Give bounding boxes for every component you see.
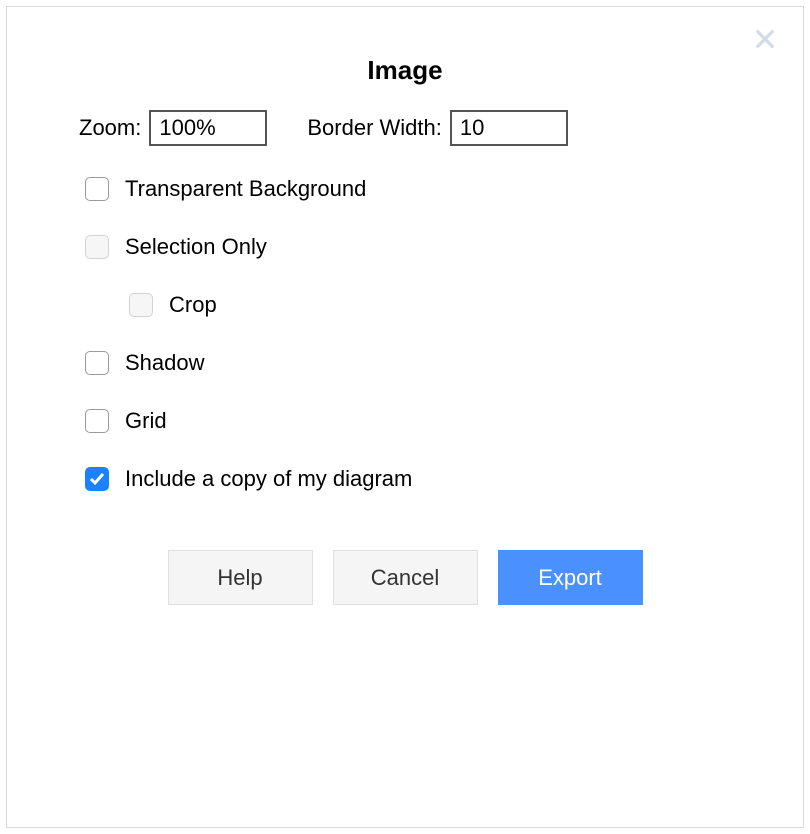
dialog-title: Image bbox=[37, 55, 773, 86]
grid-checkbox[interactable] bbox=[85, 409, 109, 433]
selection-only-checkbox bbox=[85, 235, 109, 259]
help-button[interactable]: Help bbox=[168, 550, 313, 605]
selection-only-label: Selection Only bbox=[125, 234, 267, 260]
options-list: Transparent Background Selection Only Cr… bbox=[37, 176, 773, 492]
transparent-background-checkbox[interactable] bbox=[85, 177, 109, 201]
close-button[interactable] bbox=[751, 25, 779, 53]
border-width-input[interactable] bbox=[450, 110, 568, 146]
grid-label: Grid bbox=[125, 408, 167, 434]
include-copy-label: Include a copy of my diagram bbox=[125, 466, 412, 492]
shadow-option: Shadow bbox=[85, 350, 773, 376]
zoom-input[interactable] bbox=[149, 110, 267, 146]
shadow-label: Shadow bbox=[125, 350, 205, 376]
input-row: Zoom: Border Width: bbox=[37, 110, 773, 146]
close-icon bbox=[754, 28, 776, 50]
transparent-background-label: Transparent Background bbox=[125, 176, 366, 202]
include-copy-checkbox[interactable] bbox=[85, 467, 109, 491]
button-row: Help Cancel Export bbox=[37, 550, 773, 605]
export-button[interactable]: Export bbox=[498, 550, 643, 605]
crop-checkbox bbox=[129, 293, 153, 317]
cancel-button[interactable]: Cancel bbox=[333, 550, 478, 605]
crop-option: Crop bbox=[85, 292, 773, 318]
transparent-background-option: Transparent Background bbox=[85, 176, 773, 202]
image-export-dialog: Image Zoom: Border Width: Transparent Ba… bbox=[6, 6, 804, 828]
border-width-label: Border Width: bbox=[307, 115, 442, 141]
zoom-label: Zoom: bbox=[79, 115, 141, 141]
shadow-checkbox[interactable] bbox=[85, 351, 109, 375]
crop-label: Crop bbox=[169, 292, 217, 318]
selection-only-option: Selection Only bbox=[85, 234, 773, 260]
grid-option: Grid bbox=[85, 408, 773, 434]
include-copy-option: Include a copy of my diagram bbox=[85, 466, 773, 492]
